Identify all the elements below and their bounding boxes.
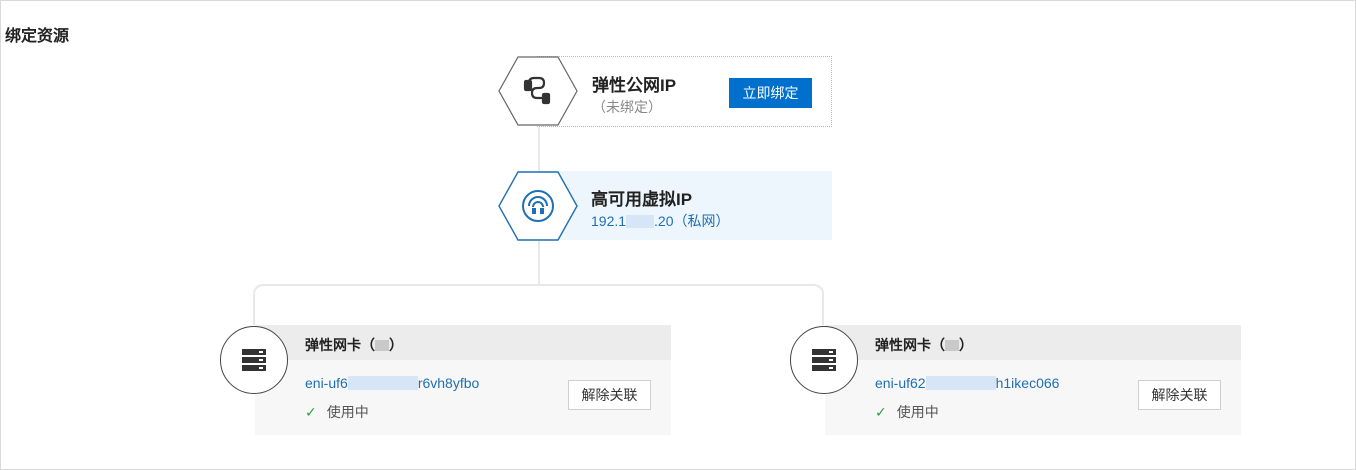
vip-hexagon bbox=[498, 171, 578, 241]
eip-status: （未绑定） bbox=[592, 99, 662, 115]
vip-address-mask bbox=[626, 215, 655, 228]
link-icon bbox=[523, 76, 551, 105]
eni-title-paren-close: ） bbox=[959, 337, 973, 353]
eni-id-suffix: h1ikec066 bbox=[995, 375, 1060, 391]
server-icon bbox=[812, 349, 836, 371]
eni-status: ✓ 使用中 bbox=[875, 402, 939, 422]
connector-right-drop bbox=[822, 293, 824, 325]
eni-title-text: 弹性网卡 bbox=[305, 337, 361, 353]
eni-id-prefix: eni-uf6 bbox=[305, 375, 348, 391]
eni-status: ✓ 使用中 bbox=[305, 402, 369, 422]
eni-id-mask bbox=[347, 376, 418, 390]
eni-title-paren-open: （ bbox=[931, 337, 945, 353]
connector-vip-branch bbox=[538, 240, 540, 285]
wifi-icon bbox=[522, 190, 554, 222]
eni-name-mask bbox=[375, 340, 389, 351]
eni-title-paren-close: ） bbox=[389, 337, 403, 353]
eni-id-link[interactable]: eni-uf62 h1ikec066 bbox=[875, 375, 1059, 391]
eni-status-text: 使用中 bbox=[896, 404, 939, 420]
unbind-button[interactable]: 解除关联 bbox=[1138, 380, 1221, 410]
connector-eip-vip bbox=[538, 125, 540, 171]
check-icon: ✓ bbox=[305, 404, 317, 420]
bind-eip-button[interactable]: 立即绑定 bbox=[729, 78, 812, 108]
check-icon: ✓ bbox=[875, 404, 887, 420]
eni-id-mask bbox=[925, 376, 996, 390]
eni-name-mask bbox=[945, 340, 959, 351]
eni-circle bbox=[220, 326, 288, 394]
eip-hexagon bbox=[498, 56, 578, 126]
eip-card: 弹性公网IP （未绑定） 立即绑定 bbox=[537, 56, 832, 127]
eni-status-text: 使用中 bbox=[326, 404, 369, 420]
eni-circle bbox=[790, 326, 858, 394]
eni-title: 弹性网卡（ ） bbox=[875, 335, 973, 355]
vip-card: 高可用虚拟IP 192.1 .20（私网） bbox=[537, 171, 832, 240]
connector-left-drop bbox=[253, 293, 255, 325]
vip-address[interactable]: 192.1 .20（私网） bbox=[591, 211, 730, 231]
eni-id-suffix: r6vh8yfbo bbox=[417, 375, 480, 391]
unbind-button[interactable]: 解除关联 bbox=[568, 380, 651, 410]
eni-title: 弹性网卡（ ） bbox=[305, 335, 403, 355]
eni-title-text: 弹性网卡 bbox=[875, 337, 931, 353]
eni-id-link[interactable]: eni-uf6 r6vh8yfbo bbox=[305, 375, 479, 391]
server-icon bbox=[242, 349, 266, 371]
eni-card: 弹性网卡（ ） eni-uf6 r6vh8yfbo ✓ 使用中 解除关联 bbox=[255, 325, 671, 435]
vip-title: 高可用虚拟IP bbox=[591, 190, 693, 209]
connector-branch bbox=[262, 284, 814, 286]
vip-address-prefix: 192.1 bbox=[591, 213, 627, 229]
section-title: 绑定资源 bbox=[5, 28, 70, 45]
eip-title: 弹性公网IP bbox=[592, 76, 677, 95]
vip-address-suffix: .20（私网） bbox=[654, 213, 730, 229]
eni-id-prefix: eni-uf62 bbox=[875, 375, 926, 391]
eni-card: 弹性网卡（ ） eni-uf62 h1ikec066 ✓ 使用中 解除关联 bbox=[825, 325, 1241, 435]
eni-title-paren-open: （ bbox=[361, 337, 375, 353]
